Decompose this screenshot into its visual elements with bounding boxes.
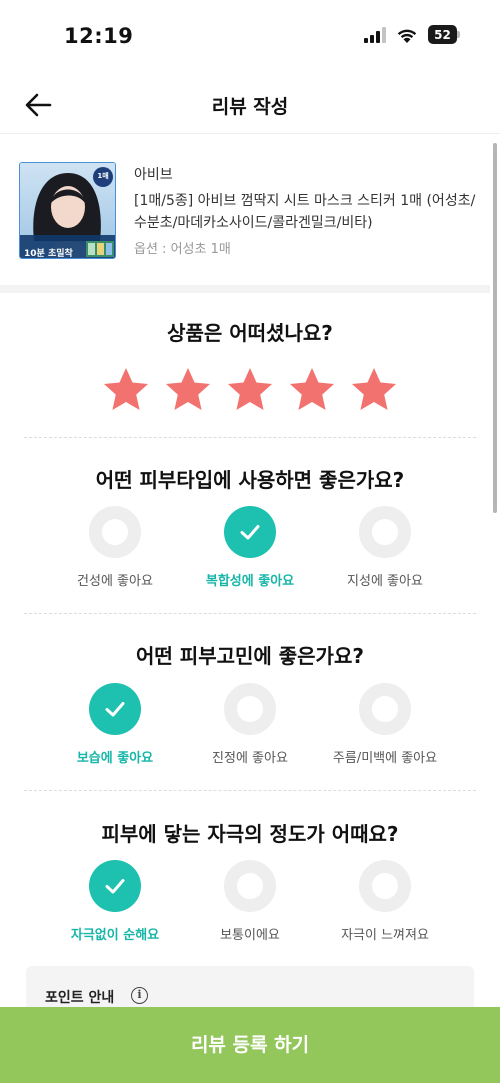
option-label: 건성에 좋아요 — [77, 574, 153, 589]
option-label: 진정에 좋아요 — [212, 751, 288, 766]
wifi-icon — [397, 29, 417, 43]
skin-type-question: 어떤 피부타입에 사용하면 좋은가요? — [95, 468, 405, 492]
option-label: 보습에 좋아요 — [76, 751, 154, 766]
divider — [24, 613, 476, 614]
rating-question: 상품은 어떠셨나요? — [167, 321, 333, 345]
cellular-signal-icon — [364, 26, 386, 43]
status-icons: 52 — [364, 25, 460, 44]
irritation-option-normal[interactable]: 보통이에요 — [175, 860, 325, 943]
irritation-question: 피부에 닿는 자극의 정도가 어때요? — [101, 822, 399, 846]
radio-circle-icon — [224, 683, 276, 735]
irritation-option-irritating[interactable]: 자극이 느껴져요 — [310, 860, 460, 943]
check-circle-icon — [89, 860, 141, 912]
radio-circle-icon — [359, 683, 411, 735]
star-icon[interactable] — [349, 365, 399, 415]
point-info-title: 포인트 안내 — [45, 990, 115, 1006]
nav-bar: 리뷰 작성 — [0, 76, 500, 134]
option-label: 복합성에 좋아요 — [205, 574, 295, 589]
option-label: 지성에 좋아요 — [347, 574, 423, 589]
option-label: 주름/미백에 좋아요 — [332, 751, 438, 766]
thumbnail-caption: 10분 초밀착 — [24, 249, 73, 259]
submit-review-button[interactable]: 리뷰 등록 하기 — [0, 1007, 500, 1083]
divider — [24, 437, 476, 438]
option-label: 자극이 느껴져요 — [341, 928, 429, 943]
status-bar: 12:19 52 — [0, 0, 500, 76]
skin-type-option-oily[interactable]: 지성에 좋아요 — [310, 506, 460, 589]
radio-circle-icon — [224, 860, 276, 912]
skin-type-option-dry[interactable]: 건성에 좋아요 — [40, 506, 190, 589]
product-option: 옵션 : 어성초 1매 — [134, 242, 231, 257]
thumbnail-badge: 1매 — [97, 172, 109, 180]
option-label: 자극없이 순해요 — [70, 928, 160, 943]
star-icon[interactable] — [287, 365, 337, 415]
irritation-option-gentle[interactable]: 자극없이 순해요 — [40, 860, 190, 943]
divider — [24, 790, 476, 791]
status-time: 12:19 — [64, 24, 134, 48]
radio-circle-icon — [359, 506, 411, 558]
product-thumbnail: 1매 10분 초밀착 — [19, 162, 116, 259]
skin-concern-option-soothing[interactable]: 진정에 좋아요 — [175, 683, 325, 766]
option-label: 보통이에요 — [220, 928, 280, 943]
skin-concern-option-wrinkle[interactable]: 주름/미백에 좋아요 — [310, 683, 460, 766]
check-circle-icon — [89, 683, 141, 735]
star-icon[interactable] — [225, 365, 275, 415]
info-icon[interactable]: i — [131, 987, 148, 1004]
page-title: 리뷰 작성 — [211, 96, 289, 118]
product-brand: 아비브 — [134, 167, 173, 183]
radio-circle-icon — [359, 860, 411, 912]
section-divider — [0, 285, 490, 293]
star-rating — [0, 365, 500, 415]
skin-concern-question: 어떤 피부고민에 좋은가요? — [136, 644, 364, 668]
battery-level: 52 — [428, 25, 457, 44]
battery-icon: 52 — [428, 25, 460, 44]
skin-concern-option-moisture[interactable]: 보습에 좋아요 — [40, 683, 190, 766]
check-circle-icon — [224, 506, 276, 558]
product-name: [1매/5종] 아비브 껌딱지 시트 마스크 스티커 1매 (어성초/수분초/마… — [134, 193, 476, 231]
star-icon[interactable] — [101, 365, 151, 415]
skin-type-option-combination[interactable]: 복합성에 좋아요 — [175, 506, 325, 589]
radio-circle-icon — [89, 506, 141, 558]
star-icon[interactable] — [163, 365, 213, 415]
product-info: 1매 10분 초밀착 아비브 [1매/5종] 아비브 껌딱지 시트 마스크 스티… — [0, 146, 490, 282]
